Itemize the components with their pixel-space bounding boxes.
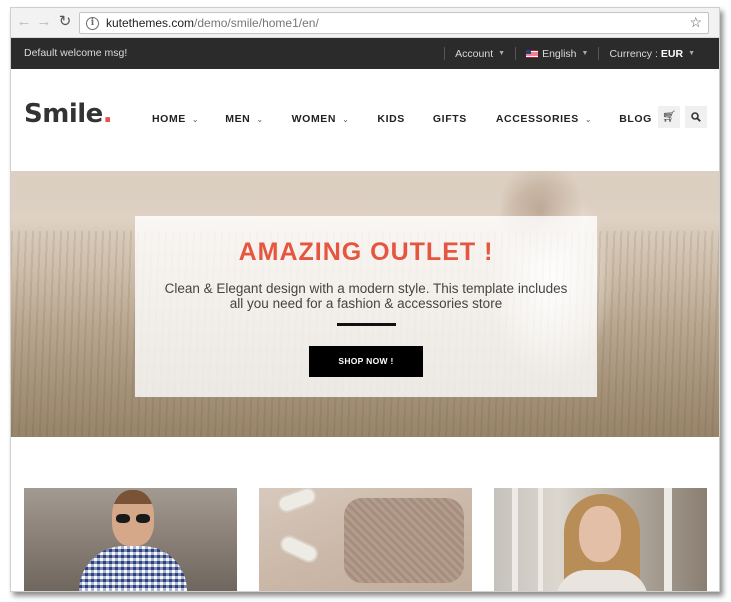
url-path: /demo/smile/home1/en/ [194,16,319,30]
category-tile-accessories[interactable] [259,488,472,591]
chevron-down-icon: ▼ [581,50,589,57]
currency-dropdown[interactable]: Currency : EUR ▼ [599,48,705,60]
tile-image-shoe [277,532,321,566]
logo-text: Smile [24,99,103,129]
hero-subtitle-line: Clean & Elegant design with a modern sty… [164,281,568,296]
chevron-down-icon: ▼ [498,50,506,57]
shop-now-button[interactable]: SHOP NOW ! [309,346,423,377]
welcome-message: Default welcome msg! [24,47,128,59]
menu-label: BLOG [619,113,652,125]
hero-caption-box: AMAZING OUTLET ! Clean & Elegant design … [135,216,597,397]
category-tile-women[interactable] [494,488,707,591]
menu-label: ACCESSORIES [495,113,579,125]
menu-item-gifts[interactable]: GIFTS [433,113,467,125]
browser-toolbar: ← → ↻ i kutethemes.com/demo/smile/home1/… [11,8,719,38]
address-bar[interactable]: i kutethemes.com/demo/smile/home1/en/ ☆ [79,12,709,34]
tile-image-shoe [275,488,319,516]
currency-value: EUR [660,47,684,60]
menu-label: WOMEN [291,113,337,125]
hero-banner: AMAZING OUTLET ! Clean & Elegant design … [11,171,719,437]
menu-item-kids[interactable]: KIDS [377,113,405,125]
cart-button[interactable]: 🛒︎ [658,106,680,128]
account-dropdown[interactable]: Account ▼ [445,48,515,60]
hero-subtitle-line: all you need for a fashion & accessories… [229,296,503,311]
top-bar-links: Account ▼ English ▼ Currency : EUR ▼ [444,38,705,69]
category-tile-men[interactable] [24,488,237,591]
us-flag-icon [526,49,539,58]
chevron-down-icon: ▼ [688,50,695,57]
tile-image-tree [512,488,518,591]
menu-label: MEN [225,113,251,125]
site-logo[interactable]: Smile. [24,99,113,129]
account-label: Account [455,47,494,60]
tile-image-tree [664,488,672,591]
search-button[interactable] [685,106,707,128]
search-icon [691,112,701,122]
hero-divider [337,323,396,326]
tile-image-face [579,506,621,562]
menu-label: KIDS [377,113,405,125]
tile-image-tree [538,488,543,591]
chevron-down-icon: ⌄ [256,114,264,124]
menu-item-home[interactable]: HOME ⌄ [152,113,199,125]
menu-item-blog[interactable]: BLOG [619,113,652,125]
arrow-right-icon[interactable]: → [35,13,53,31]
menu-item-men[interactable]: MEN ⌄ [225,113,263,125]
chevron-down-icon: ⌄ [584,114,593,124]
hero-title: AMAZING OUTLET ! [238,238,494,266]
url-text[interactable]: kutethemes.com/demo/smile/home1/en/ [106,16,319,30]
top-bar: Default welcome msg! Account ▼ English ▼… [11,38,719,69]
reload-icon[interactable]: ↻ [56,13,74,31]
language-dropdown[interactable]: English ▼ [516,48,598,60]
currency-label: Currency : [609,47,658,60]
star-icon[interactable]: ☆ [689,14,702,31]
browser-window: ← → ↻ i kutethemes.com/demo/smile/home1/… [10,7,720,592]
hero-subtitle: Clean & Elegant design with a modern sty… [155,281,577,311]
cart-icon: 🛒︎ [662,111,676,123]
menu-label: GIFTS [432,113,467,125]
info-icon[interactable]: i [86,17,99,30]
site-header: Smile. HOME ⌄ MEN ⌄ WOMEN ⌄ KIDS GIFTS A… [11,69,719,171]
main-menu: HOME ⌄ MEN ⌄ WOMEN ⌄ KIDS GIFTS ACCESSOR… [152,113,652,125]
arrow-left-icon[interactable]: ← [15,13,33,31]
chevron-down-icon: ⌄ [342,114,350,124]
menu-item-accessories[interactable]: ACCESSORIES ⌄ [496,113,592,125]
sunglasses-icon [116,514,150,523]
chevron-down-icon: ⌄ [191,114,200,124]
menu-label: HOME [152,113,186,125]
tile-image-sweater [344,498,464,583]
tile-image-shirt [79,546,187,591]
language-label: English [542,47,577,60]
logo-dot: . [102,99,113,129]
menu-item-women[interactable]: WOMEN ⌄ [292,113,350,125]
url-domain: kutethemes.com [106,16,195,30]
